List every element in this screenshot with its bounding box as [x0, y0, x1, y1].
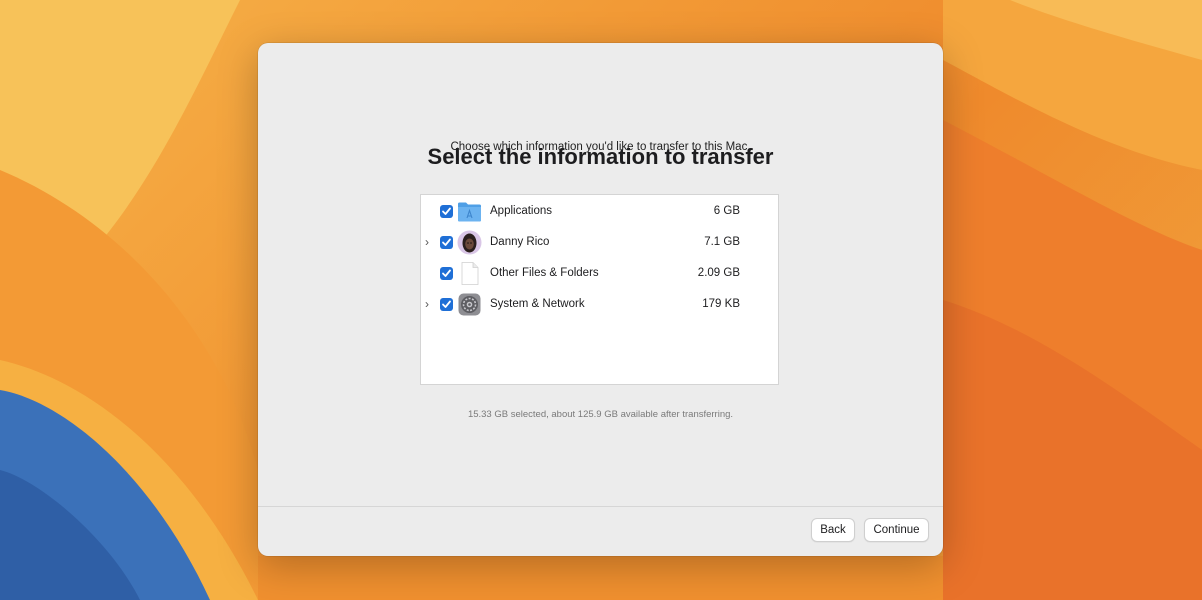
item-size: 6 GB — [713, 205, 740, 217]
item-label: System & Network — [490, 298, 585, 310]
list-item-system-network[interactable]: › System & Network 179 KB — [421, 289, 778, 320]
desktop-wallpaper: Select the information to transfer Choos… — [0, 0, 1202, 600]
user-avatar-icon — [457, 230, 482, 255]
applications-checkbox[interactable] — [440, 205, 453, 218]
back-button[interactable]: Back — [811, 518, 855, 542]
list-item-other-files[interactable]: Other Files & Folders 2.09 GB — [421, 258, 778, 289]
checkmark-icon — [442, 238, 451, 246]
continue-button[interactable]: Continue — [864, 518, 929, 542]
item-label: Danny Rico — [490, 236, 550, 248]
chevron-right-icon[interactable]: › — [425, 235, 435, 249]
checkmark-icon — [442, 207, 451, 215]
item-label: Other Files & Folders — [490, 267, 599, 279]
chevron-right-icon[interactable]: › — [425, 297, 435, 311]
item-size: 2.09 GB — [697, 267, 740, 279]
item-label: Applications — [490, 205, 553, 217]
list-item-user[interactable]: › Danny Rico 7.1 GB — [421, 227, 778, 258]
list-item-applications[interactable]: Applications 6 GB — [421, 196, 778, 227]
system-network-checkbox[interactable] — [440, 298, 453, 311]
item-size: 7.1 GB — [704, 236, 740, 248]
document-icon — [461, 262, 479, 285]
system-settings-icon — [458, 293, 481, 316]
checkmark-icon — [442, 300, 451, 308]
transfer-items-list: Applications 6 GB › Danny Rico 7.1 GB Ot… — [420, 194, 779, 385]
migration-dialog: Select the information to transfer Choos… — [258, 43, 943, 556]
other-files-checkbox[interactable] — [440, 267, 453, 280]
dialog-subtitle: Choose which information you'd like to t… — [450, 141, 751, 153]
item-size: 179 KB — [702, 298, 740, 310]
selection-summary: 15.33 GB selected, about 125.9 GB availa… — [467, 409, 734, 420]
user-checkbox[interactable] — [440, 236, 453, 249]
footer-divider — [258, 506, 943, 507]
applications-folder-icon — [458, 202, 481, 222]
checkmark-icon — [442, 269, 451, 277]
